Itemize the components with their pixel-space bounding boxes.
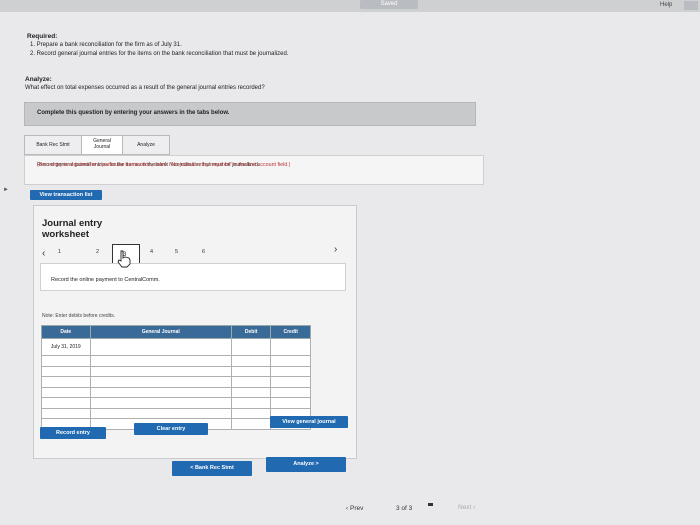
date-cell xyxy=(41,376,91,388)
credit-field[interactable] xyxy=(270,386,311,398)
table-row xyxy=(41,355,311,367)
col-date: Date xyxy=(41,325,91,339)
credit-field[interactable] xyxy=(270,376,311,388)
col-credit: Credit xyxy=(270,325,311,339)
account-field[interactable] xyxy=(89,365,232,377)
prev-question-button[interactable]: ‹ Prev xyxy=(346,505,363,512)
side-marker: ► xyxy=(3,187,9,193)
saved-indicator: Saved xyxy=(360,0,418,9)
credit-field[interactable] xyxy=(270,397,311,409)
journal-table: Date General Journal Debit Credit July 3… xyxy=(41,325,311,430)
tab-instructions: Record general journal entries for the i… xyxy=(24,155,484,185)
tab-label: General xyxy=(93,138,111,144)
debit-field[interactable] xyxy=(230,418,272,430)
required-item: 2. Record general journal entries for th… xyxy=(30,51,289,57)
instruction-text: Complete this question by entering your … xyxy=(37,110,230,116)
date-cell: July 31, 2019 xyxy=(41,338,91,356)
record-entry-button[interactable]: Record entry xyxy=(40,427,106,439)
date-cell xyxy=(41,397,91,409)
next-page-chevron-icon[interactable]: › xyxy=(334,244,337,255)
next-question-button[interactable]: Next › xyxy=(458,504,475,511)
prev-page-chevron-icon[interactable]: ‹ xyxy=(42,248,45,259)
hand-cursor-icon xyxy=(117,250,131,268)
tab-label: Journal xyxy=(93,144,111,150)
top-bar: Saved Help xyxy=(0,0,700,12)
instruction-bar: Complete this question by entering your … xyxy=(24,102,476,126)
account-field[interactable] xyxy=(89,355,232,367)
date-cell xyxy=(41,365,91,377)
journal-entry-worksheet: Journal entry worksheet › ‹ 1 2 3 4 5 6 … xyxy=(33,205,357,459)
credit-field[interactable] xyxy=(270,338,311,356)
instructions-warning: (If no entry is required for a particula… xyxy=(37,162,291,168)
analyze-question: What effect on total expenses occurred a… xyxy=(25,85,265,91)
account-field[interactable] xyxy=(89,386,232,398)
col-debit: Debit xyxy=(230,325,272,339)
debit-field[interactable] xyxy=(230,376,272,388)
account-field[interactable] xyxy=(89,397,232,409)
grid-icon[interactable] xyxy=(428,503,437,512)
tab-label: Bank Rec Stmt xyxy=(36,142,70,148)
debit-field[interactable] xyxy=(230,338,272,356)
required-heading: Required: xyxy=(27,33,58,40)
debit-field[interactable] xyxy=(230,386,272,398)
transaction-description: Record the online payment to CentralComm… xyxy=(40,263,346,291)
debit-field[interactable] xyxy=(230,397,272,409)
page-2[interactable]: 2 xyxy=(96,249,99,255)
next-tab-analyze-button[interactable]: Analyze > xyxy=(266,457,346,472)
help-link[interactable]: Help xyxy=(660,2,672,8)
tab-label: Analyze xyxy=(137,142,155,148)
page-6[interactable]: 6 xyxy=(202,249,205,255)
clear-entry-button[interactable]: Clear entry xyxy=(134,423,208,435)
credit-field[interactable] xyxy=(270,355,311,367)
save-exit-button[interactable] xyxy=(684,1,698,10)
view-general-journal-button[interactable]: View general journal xyxy=(270,416,348,428)
table-row xyxy=(41,365,311,377)
table-row xyxy=(41,376,311,388)
page-4[interactable]: 4 xyxy=(150,249,153,255)
prev-tab-bank-rec-stmt-button[interactable]: < Bank Rec Stmt xyxy=(172,461,252,476)
debit-field[interactable] xyxy=(230,355,272,367)
description-text: Record the online payment to CentralComm… xyxy=(51,277,160,283)
view-transaction-list-button[interactable]: View transaction list xyxy=(30,190,102,200)
next-label: Next xyxy=(458,504,472,511)
page-5[interactable]: 5 xyxy=(175,249,178,255)
debits-note: Note: Enter debits before credits. xyxy=(42,313,116,319)
tab-bank-rec-stmt[interactable]: Bank Rec Stmt xyxy=(24,135,82,155)
debit-field[interactable] xyxy=(230,407,272,419)
prev-label: Prev xyxy=(349,505,364,512)
tab-analyze[interactable]: Analyze xyxy=(122,135,170,155)
table-row xyxy=(41,397,311,409)
required-item: 1. Prepare a bank reconciliation for the… xyxy=(30,42,182,48)
tab-general-journal[interactable]: General Journal xyxy=(81,135,123,155)
credit-field[interactable] xyxy=(270,365,311,377)
date-cell xyxy=(41,386,91,398)
date-cell xyxy=(41,407,91,419)
worksheet-title: Journal entry worksheet xyxy=(42,218,103,240)
table-row xyxy=(41,386,311,398)
account-field[interactable] xyxy=(89,376,232,388)
debit-field[interactable] xyxy=(230,365,272,377)
col-general-journal: General Journal xyxy=(89,325,232,339)
account-field[interactable] xyxy=(89,407,232,419)
account-field[interactable] xyxy=(89,338,232,356)
table-row: July 31, 2019 xyxy=(41,338,311,356)
analyze-heading: Analyze: xyxy=(25,76,52,83)
page-1[interactable]: 1 xyxy=(58,249,61,255)
page-indicator: 3 of 3 xyxy=(396,505,413,512)
date-cell xyxy=(41,355,91,367)
